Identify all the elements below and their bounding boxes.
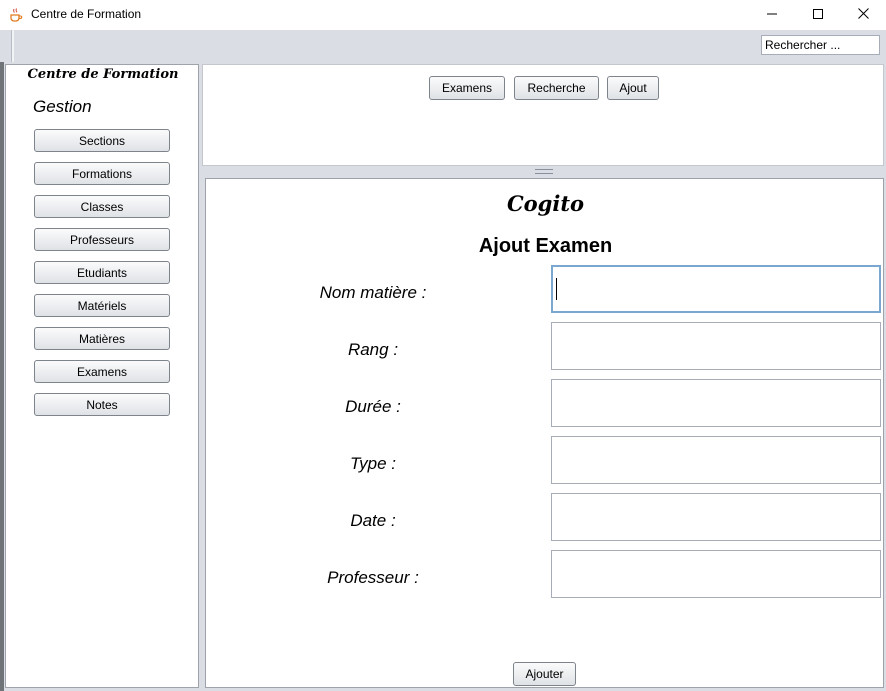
sidebar-item-sections[interactable]: Sections — [34, 129, 170, 152]
sidebar-item-classes[interactable]: Classes — [34, 195, 170, 218]
brand-title: Cogito — [506, 191, 585, 216]
window-title: Centre de Formation — [31, 7, 142, 21]
add-exam-form: Cogito Ajout Examen Nom matière : Rang :… — [205, 178, 884, 688]
tab-examens[interactable]: Examens — [429, 76, 505, 100]
toolbar — [0, 30, 886, 62]
sidebar-item-materiels[interactable]: Matériels — [34, 294, 170, 317]
nom-matiere-field[interactable] — [551, 265, 881, 313]
sidebar-item-formations[interactable]: Formations — [34, 162, 170, 185]
rang-label: Rang : — [347, 340, 399, 359]
text-caret — [556, 278, 557, 300]
type-field[interactable] — [551, 436, 881, 484]
date-field[interactable] — [551, 493, 881, 541]
type-label: Type : — [350, 454, 396, 473]
sidebar: Centre de Formation Gestion Sections For… — [5, 64, 199, 688]
date-label: Date : — [350, 511, 396, 530]
window-edge — [0, 62, 4, 691]
nom-matiere-label: Nom matière : — [319, 283, 427, 302]
divider-grip-icon[interactable] — [535, 169, 553, 174]
duree-field[interactable] — [551, 379, 881, 427]
tab-ajout[interactable]: Ajout — [607, 76, 659, 100]
professeur-field[interactable] — [551, 550, 881, 598]
sidebar-item-notes[interactable]: Notes — [34, 393, 170, 416]
ajouter-button[interactable]: Ajouter — [513, 662, 576, 686]
minimize-icon — [767, 6, 777, 24]
top-nav-panel: Examens Recherche Ajout — [202, 64, 884, 166]
maximize-button[interactable] — [795, 0, 841, 30]
sidebar-heading: Gestion — [33, 97, 92, 116]
sidebar-item-professeurs[interactable]: Professeurs — [34, 228, 170, 251]
form-heading: Ajout Examen — [478, 235, 613, 257]
minimize-button[interactable] — [749, 0, 795, 30]
title-bar: Centre de Formation — [0, 0, 886, 30]
close-icon — [857, 6, 869, 24]
maximize-icon — [813, 6, 823, 24]
sidebar-title: Centre de Formation — [27, 67, 179, 82]
close-button[interactable] — [840, 0, 886, 30]
tab-recherche[interactable]: Recherche — [514, 76, 599, 100]
rang-field[interactable] — [551, 322, 881, 370]
split-divider[interactable] — [202, 166, 884, 176]
search-input[interactable] — [761, 35, 880, 55]
sidebar-item-examens[interactable]: Examens — [34, 360, 170, 383]
java-cup-icon — [8, 7, 24, 23]
professeur-label: Professeur : — [327, 568, 419, 587]
toolbar-grip[interactable] — [11, 30, 14, 62]
sidebar-item-etudiants[interactable]: Etudiants — [34, 261, 170, 284]
duree-label: Durée : — [345, 397, 401, 416]
sidebar-item-matieres[interactable]: Matières — [34, 327, 170, 350]
